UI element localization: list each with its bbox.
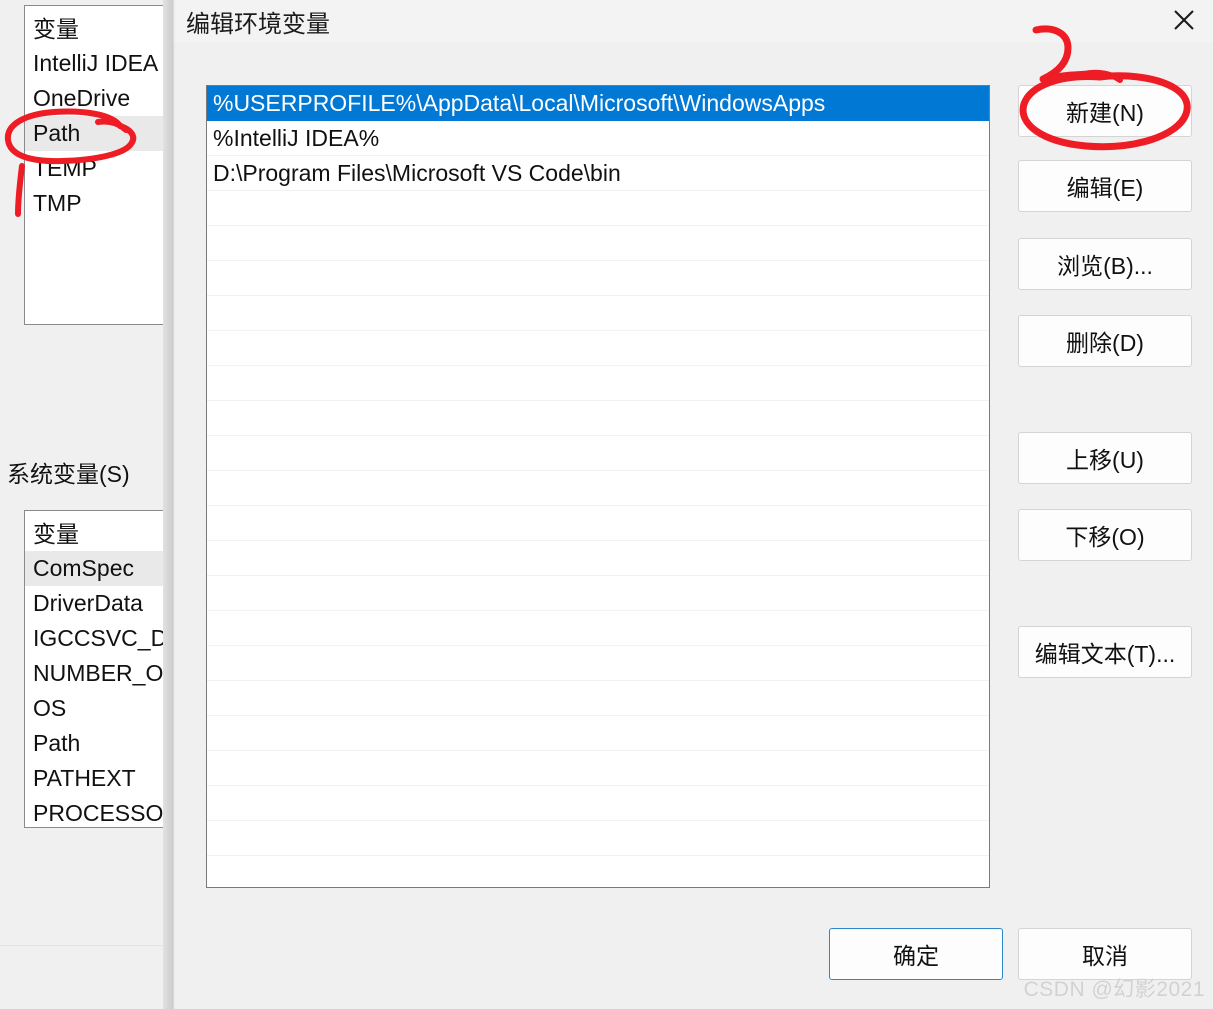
path-entry-row-empty[interactable]	[207, 401, 989, 436]
path-entry-row[interactable]: %IntelliJ IDEA%	[207, 121, 989, 156]
path-entry-row-empty[interactable]	[207, 541, 989, 576]
new-button[interactable]: 新建(N)	[1018, 85, 1192, 137]
path-entry-row-empty[interactable]	[207, 856, 989, 887]
window-edge	[163, 0, 172, 1009]
dialog-titlebar: 编辑环境变量	[172, 0, 1213, 42]
path-entry-row-empty[interactable]	[207, 821, 989, 856]
path-entry-row-empty[interactable]	[207, 436, 989, 471]
system-variables-row[interactable]: OS	[25, 691, 169, 726]
path-entry-row-empty[interactable]	[207, 576, 989, 611]
system-variables-row[interactable]: PATHEXT	[25, 761, 169, 796]
user-variables-column-header: 变量	[33, 16, 79, 42]
move-down-button[interactable]: 下移(O)	[1018, 509, 1192, 561]
dialog-drop-shadow	[172, 0, 175, 1009]
user-variables-row[interactable]: IntelliJ IDEA	[25, 46, 169, 81]
user-variables-row[interactable]: OneDrive	[25, 81, 169, 116]
edit-button[interactable]: 编辑(E)	[1018, 160, 1192, 212]
dialog-title: 编辑环境变量	[186, 11, 330, 38]
ok-button[interactable]: 确定	[829, 928, 1003, 980]
path-entry-row-empty[interactable]	[207, 751, 989, 786]
system-variables-list[interactable]: 变量 ComSpec DriverData IGCCSVC_DE NUMBER_…	[24, 510, 170, 828]
browse-button[interactable]: 浏览(B)...	[1018, 238, 1192, 290]
path-entry-row-empty[interactable]	[207, 786, 989, 821]
system-variables-row[interactable]: NUMBER_OI	[25, 656, 169, 691]
path-entry-row-empty[interactable]	[207, 191, 989, 226]
path-entry-row-empty[interactable]	[207, 611, 989, 646]
path-entry-row-empty[interactable]	[207, 366, 989, 401]
edit-environment-variable-dialog: 编辑环境变量 %USERPROFILE%\AppData\Local\Micro…	[172, 0, 1213, 1009]
path-entry-row[interactable]: D:\Program Files\Microsoft VS Code\bin	[207, 156, 989, 191]
close-icon[interactable]	[1155, 0, 1213, 40]
user-variables-list[interactable]: 变量 IntelliJ IDEA OneDrive Path TEMP TMP	[24, 5, 170, 325]
path-entry-row-empty[interactable]	[207, 226, 989, 261]
path-entry-row-empty[interactable]	[207, 296, 989, 331]
system-variables-row[interactable]: Path	[25, 726, 169, 761]
user-variables-row[interactable]: TMP	[25, 186, 169, 221]
system-variables-row[interactable]: IGCCSVC_DE	[25, 621, 169, 656]
path-entry-row-empty[interactable]	[207, 716, 989, 751]
user-variables-row-path[interactable]: Path	[25, 116, 169, 151]
system-variables-column-header: 变量	[33, 521, 79, 547]
move-up-button[interactable]: 上移(U)	[1018, 432, 1192, 484]
system-variables-row[interactable]: PROCESSOR	[25, 796, 169, 827]
user-variables-row[interactable]: TEMP	[25, 151, 169, 186]
watermark: CSDN @幻影2021	[1023, 978, 1205, 1001]
path-entry-row-empty[interactable]	[207, 646, 989, 681]
system-variables-label: 系统变量(S)	[7, 461, 130, 487]
path-entry-row-empty[interactable]	[207, 681, 989, 716]
path-entry-row-empty[interactable]	[207, 506, 989, 541]
panel-divider	[0, 945, 168, 946]
system-variables-row[interactable]: ComSpec	[25, 551, 169, 586]
delete-button[interactable]: 删除(D)	[1018, 315, 1192, 367]
path-entries-list[interactable]: %USERPROFILE%\AppData\Local\Microsoft\Wi…	[206, 85, 990, 888]
edit-text-button[interactable]: 编辑文本(T)...	[1018, 626, 1192, 678]
system-variables-row[interactable]: DriverData	[25, 586, 169, 621]
path-entry-row[interactable]: %USERPROFILE%\AppData\Local\Microsoft\Wi…	[207, 86, 989, 121]
environment-variables-window: 变量 IntelliJ IDEA OneDrive Path TEMP TMP …	[0, 0, 172, 1009]
path-entry-row-empty[interactable]	[207, 471, 989, 506]
path-entry-row-empty[interactable]	[207, 331, 989, 366]
path-entry-row-empty[interactable]	[207, 261, 989, 296]
